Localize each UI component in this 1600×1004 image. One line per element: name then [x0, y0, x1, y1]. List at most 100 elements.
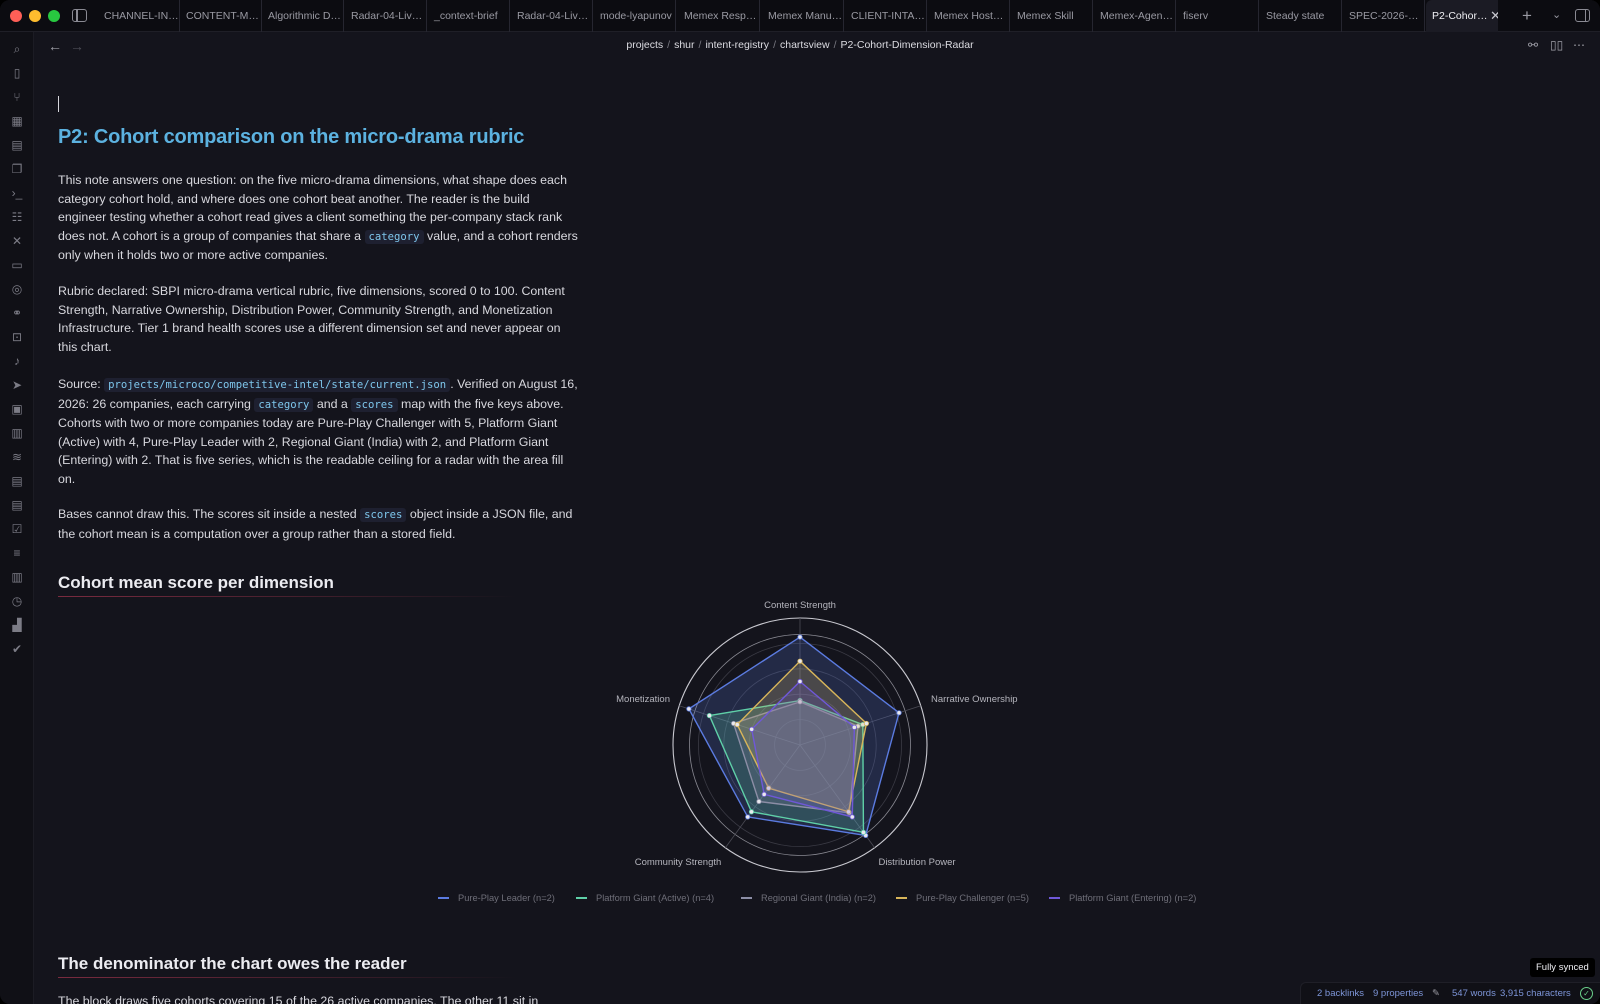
radar-point: [797, 634, 803, 640]
legend-label: Regional Giant (India) (n=2): [761, 893, 876, 903]
graph-icon[interactable]: ⑂: [10, 90, 24, 104]
palette-icon[interactable]: ◎: [10, 282, 24, 296]
paragraph-text: Source:: [58, 377, 101, 391]
legend-item[interactable]: Platform Giant (Active) (n=4): [576, 893, 714, 903]
new-tab-icon[interactable]: +: [1522, 7, 1532, 24]
send-icon[interactable]: ➤: [10, 378, 24, 392]
backlinks-count[interactable]: 2 backlinks: [1317, 988, 1364, 999]
tab-1[interactable]: CHANNEL-IN…: [98, 0, 180, 32]
list-grid-icon[interactable]: ☷: [10, 210, 24, 224]
breadcrumb-item[interactable]: intent-registry: [705, 39, 769, 51]
radar-point: [797, 678, 803, 685]
breadcrumb-item[interactable]: shur: [674, 39, 694, 51]
legend-item[interactable]: Pure-Play Challenger (n=5): [896, 893, 1029, 903]
tab-strip: CHANNEL-IN… CONTENT-M… Algorithmic D… Radar…: [98, 0, 1498, 32]
daily-note-icon[interactable]: ▤: [10, 474, 24, 488]
radar-point: [860, 829, 867, 835]
app-window: CHANNEL-IN… CONTENT-M… Algorithmic D… Radar…: [0, 0, 1600, 1004]
file-icon[interactable]: ▯: [10, 66, 24, 80]
inline-code: scores: [360, 508, 407, 522]
close-tab-icon[interactable]: ✕: [1490, 9, 1498, 22]
bar-chart-icon[interactable]: ▟: [10, 618, 24, 632]
checkbox-icon[interactable]: ☑: [10, 522, 24, 536]
tab-3[interactable]: Algorithmic D…: [262, 0, 344, 32]
grid-icon[interactable]: ▦: [10, 114, 24, 128]
copy-icon[interactable]: ❐: [10, 162, 24, 176]
tab-13[interactable]: Memex-Agen…: [1094, 0, 1176, 32]
close-window-button[interactable]: [10, 10, 22, 22]
breadcrumb-separator: /: [773, 39, 776, 51]
legend-item[interactable]: Pure-Play Leader (n=2): [438, 893, 555, 903]
check-icon[interactable]: ✔: [10, 642, 24, 656]
tab-6[interactable]: Radar-04-Liv…: [511, 0, 593, 32]
paragraph-denominator[interactable]: The block draws five cohorts covering 15…: [58, 992, 618, 1004]
right-sidebar-toggle-icon[interactable]: [1575, 9, 1590, 22]
tab-2[interactable]: CONTENT-M…: [180, 0, 262, 32]
tab-14[interactable]: fiserv: [1177, 0, 1259, 32]
columns-icon[interactable]: ▥: [10, 570, 24, 584]
nodes-icon[interactable]: ⚭: [10, 306, 24, 320]
tab-12[interactable]: Memex Skill: [1011, 0, 1093, 32]
radar-point: [734, 721, 740, 728]
reading-view-icon[interactable]: ▯▯: [1550, 38, 1563, 52]
tab-9[interactable]: Memex Manu…: [762, 0, 844, 32]
layers-icon[interactable]: ≋: [10, 450, 24, 464]
tab-8[interactable]: Memex Resp…: [678, 0, 760, 32]
tab-4[interactable]: Radar-04-Liv…: [345, 0, 427, 32]
legend-item[interactable]: Regional Giant (India) (n=2): [741, 893, 876, 903]
timer-icon[interactable]: ◷: [10, 594, 24, 608]
weekly-note-icon[interactable]: ▤: [10, 498, 24, 512]
breadcrumb-separator: /: [833, 39, 837, 51]
radar-point: [851, 724, 857, 730]
radar-axis-label: Distribution Power: [878, 857, 955, 868]
paragraph-text: Bases cannot draw this. The scores sit i…: [58, 507, 357, 521]
terminal-icon[interactable]: ›_: [10, 186, 24, 200]
legend-label: Platform Giant (Entering) (n=2): [1069, 893, 1197, 903]
list-icon[interactable]: ≡: [10, 546, 24, 560]
paragraph-source[interactable]: Source: projects/microco/competitive-int…: [58, 375, 578, 489]
paragraph-bases[interactable]: Bases cannot draw this. The scores sit i…: [58, 505, 578, 543]
layout-icon[interactable]: ▥: [10, 426, 24, 440]
sync-status-icon[interactable]: ✓: [1580, 987, 1593, 1000]
tab-17[interactable]: P2-Cohor…: [1426, 0, 1498, 32]
breadcrumb: projects / shur / intent-registry / chartsview…: [0, 39, 1600, 51]
inline-code: scores: [351, 397, 398, 412]
graph-view-icon[interactable]: ⚯: [1528, 38, 1538, 52]
more-options-icon[interactable]: ⋯: [1573, 38, 1585, 52]
chevron-down-icon[interactable]: ⌄: [1552, 8, 1561, 21]
section-heading-denominator[interactable]: The denominator the chart owes the reade…: [58, 954, 518, 978]
text-cursor: [58, 96, 59, 112]
breadcrumb-item[interactable]: P2-Cohort-Dimension-Radar: [841, 39, 974, 51]
paragraph-rubric[interactable]: Rubric declared: SBPI micro-drama vertic…: [58, 282, 578, 356]
tab-7[interactable]: mode-lyapunov: [594, 0, 676, 32]
minimize-window-button[interactable]: [29, 10, 41, 22]
console-icon[interactable]: ▭: [10, 258, 24, 272]
legend-swatch: [896, 896, 907, 899]
tools-icon[interactable]: ✕: [10, 234, 24, 248]
tab-5[interactable]: _context-brief: [428, 0, 510, 32]
radar-point: [686, 706, 692, 712]
section-heading-cohort-mean[interactable]: Cohort mean score per dimension: [58, 573, 518, 597]
zoom-window-button[interactable]: [48, 10, 60, 22]
sidebar-toggle-icon[interactable]: [72, 9, 87, 22]
breadcrumb-separator: /: [667, 39, 671, 51]
breadcrumb-item[interactable]: chartsview: [780, 39, 830, 51]
note-title[interactable]: P2: Cohort comparison on the micro-drama…: [58, 126, 524, 149]
legend-swatch: [741, 896, 752, 899]
tab-11[interactable]: Memex Host…: [928, 0, 1010, 32]
legend-label: Pure-Play Challenger (n=5): [916, 893, 1029, 903]
properties-count[interactable]: 9 properties: [1373, 988, 1423, 999]
breadcrumb-item[interactable]: projects: [626, 39, 663, 51]
export-icon[interactable]: ⊡: [10, 330, 24, 344]
tab-16[interactable]: SPEC-2026-…: [1343, 0, 1425, 32]
edit-pencil-icon[interactable]: ✎: [1432, 988, 1440, 999]
microphone-icon[interactable]: ♪: [10, 354, 24, 368]
legend-item[interactable]: Platform Giant (Entering) (n=2): [1049, 893, 1196, 903]
radar-chart: Content Strength Narrative Ownership Distr…: [616, 600, 1018, 873]
tab-10[interactable]: CLIENT-INTA…: [845, 0, 927, 32]
tab-15[interactable]: Steady state: [1260, 0, 1342, 32]
image-icon[interactable]: ▣: [10, 402, 24, 416]
paragraph-intro[interactable]: This note answers one question: on the f…: [58, 171, 578, 265]
calendar-icon[interactable]: ▤: [10, 138, 24, 152]
radar-point: [863, 720, 870, 727]
